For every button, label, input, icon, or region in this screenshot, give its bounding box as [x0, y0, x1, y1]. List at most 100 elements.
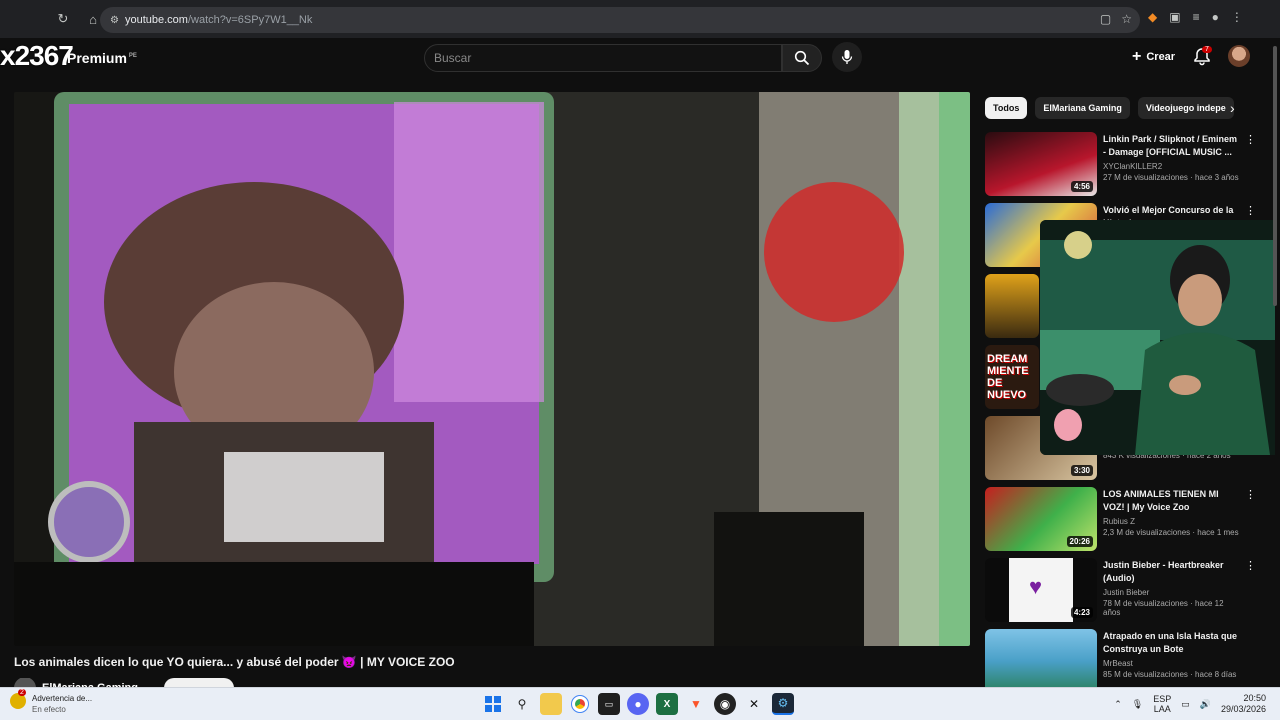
url-host: youtube.com	[124, 14, 188, 26]
brand-region: PE	[128, 53, 137, 60]
media-control-icon[interactable]: ≡	[1193, 10, 1200, 24]
tray-expand-icon[interactable]: ⌃	[1114, 699, 1122, 710]
tray-mic-icon[interactable]: 🎙	[1132, 699, 1143, 710]
video-meta: 78 M de visualizaciones · hace 12 años	[1103, 599, 1224, 617]
video-duration: 20:26	[1066, 536, 1093, 547]
user-avatar[interactable]	[1228, 45, 1250, 67]
video-thumbnail[interactable]: ♥ 4:23	[985, 558, 1097, 622]
microphone-icon	[841, 50, 853, 64]
voice-search-button[interactable]	[832, 42, 862, 72]
capcut-icon[interactable]: ✕	[743, 693, 765, 715]
video-title: Los animales dicen lo que YO quiera... y…	[14, 655, 455, 669]
network-icon[interactable]: ▭	[1181, 699, 1190, 710]
taskbar-apps: ⚲ ▭ ● X ▼ ◉ ✕ ⚙	[482, 693, 794, 715]
list-item[interactable]: 4:56 Linkin Park / Slipknot / Eminem - D…	[985, 131, 1265, 202]
video-thumbnail[interactable]: 20:26	[985, 487, 1097, 551]
thumbnail-caption: DREAM MIENTE DE NUEVO	[987, 353, 1029, 401]
reload-icon[interactable]: ↻	[52, 8, 74, 30]
more-options-icon[interactable]: ⋮	[1245, 488, 1256, 501]
extension-fox-icon[interactable]: ◆	[1148, 10, 1157, 24]
url-path: /watch?v=6SPy7W1__Nk	[187, 14, 313, 26]
channel-name[interactable]: XYClanKILLER2	[1103, 162, 1241, 171]
youtube-premium-logo[interactable]: Premium PE	[67, 50, 137, 66]
video-title[interactable]: Justin Bieber - Heartbreaker (Audio)	[1103, 559, 1241, 585]
create-button[interactable]: + Crear	[1124, 44, 1183, 70]
profile-icon[interactable]: ●	[1212, 10, 1219, 24]
language-indicator[interactable]: ESP LAA	[1153, 694, 1171, 714]
video-thumbnail[interactable]	[985, 274, 1039, 338]
url-text: youtube.com/watch?v=6SPy7W1__Nk	[125, 14, 312, 26]
obs-icon[interactable]: ◉	[714, 693, 736, 715]
plus-icon: +	[1132, 48, 1142, 65]
clock[interactable]: 20:50 29/03/2026	[1221, 693, 1266, 715]
chip-indie-game[interactable]: Videojuego indepe	[1137, 97, 1234, 119]
video-thumbnail[interactable]	[985, 629, 1097, 693]
chip-all[interactable]: Todos	[985, 97, 1028, 119]
system-tray: ⌃ 🎙 ESP LAA ▭ 🔊 20:50 29/03/2026	[1114, 693, 1266, 715]
language-code: ESP	[1153, 694, 1172, 704]
channel-name[interactable]: Rubius Z	[1103, 517, 1241, 526]
search-input[interactable]	[434, 51, 781, 65]
heart-icon: ♥	[1029, 574, 1043, 599]
browser-menu-icon[interactable]: ⋮	[1231, 10, 1243, 24]
list-item[interactable]: 20:26 LOS ANIMALES TIENEN MI VOZ! | My V…	[985, 486, 1265, 557]
cast-icon[interactable]: ▢	[1100, 12, 1111, 26]
bookmark-star-icon[interactable]: ☆	[1121, 12, 1132, 26]
video-meta: 85 M de visualizaciones · hace 8 días	[1103, 670, 1237, 679]
notification-badge: 2	[18, 689, 26, 696]
video-frame	[14, 92, 970, 646]
channel-name[interactable]: Justin Bieber	[1103, 588, 1241, 597]
browser-toolbar: ↻ ⌂ ⚙ youtube.com/watch?v=6SPy7W1__Nk ▢ …	[0, 0, 1280, 38]
file-explorer-icon[interactable]	[540, 693, 562, 715]
facecam-image	[1040, 220, 1275, 455]
more-options-icon[interactable]: ⋮	[1245, 133, 1256, 146]
warning-icon: 2	[10, 689, 26, 709]
channel-name[interactable]: MrBeast	[1103, 659, 1241, 668]
chevron-right-icon[interactable]: ›	[1230, 100, 1235, 116]
video-player[interactable]	[14, 92, 970, 646]
steam-icon[interactable]: ⚙	[772, 693, 794, 715]
volume-icon[interactable]: 🔊	[1200, 699, 1211, 710]
search-icon[interactable]: ⚲	[511, 693, 533, 715]
site-info-icon[interactable]: ⚙	[110, 15, 119, 26]
video-title[interactable]: Atrapado en una Isla Hasta que Construya…	[1103, 630, 1241, 656]
video-duration: 4:23	[1070, 607, 1093, 618]
create-label: Crear	[1146, 51, 1176, 63]
video-meta: 2,3 M de visualizaciones · hace 1 mes	[1103, 528, 1239, 537]
video-duration: 3:30	[1070, 465, 1093, 476]
list-item[interactable]: ♥ 4:23 Justin Bieber - Heartbreaker (Aud…	[985, 557, 1265, 628]
filter-chips: Todos ElMariana Gaming Videojuego indepe	[985, 97, 1234, 119]
notice-subtitle: En efecto	[32, 705, 66, 714]
clock-time: 20:50	[1243, 693, 1266, 703]
taskbar-notification[interactable]: 2 Advertencia de... En efecto	[10, 689, 93, 715]
extensions-puzzle-icon[interactable]: ▣	[1169, 10, 1180, 24]
search-button[interactable]	[782, 44, 822, 72]
stream-overlay-counter: x2367	[0, 40, 74, 71]
page-scrollbar[interactable]	[1272, 40, 1278, 684]
chrome-icon[interactable]	[569, 693, 591, 715]
more-options-icon[interactable]: ⋮	[1245, 559, 1256, 572]
youtube-header: x2367 PremiumPE + Crear 7	[0, 38, 1280, 88]
search-icon	[794, 50, 810, 66]
video-title[interactable]: LOS ANIMALES TIENEN MI VOZ! | My Voice Z…	[1103, 488, 1241, 514]
terminal-icon[interactable]: ▭	[598, 693, 620, 715]
discord-icon[interactable]: ●	[627, 693, 649, 715]
scrollbar-thumb[interactable]	[1273, 46, 1277, 306]
search-box	[424, 44, 782, 72]
clock-date: 29/03/2026	[1220, 704, 1266, 714]
video-thumbnail[interactable]: DREAM MIENTE DE NUEVO	[985, 345, 1039, 409]
brave-icon[interactable]: ▼	[685, 693, 707, 715]
video-title[interactable]: Linkin Park / Slipknot / Eminem - Damage…	[1103, 133, 1241, 159]
more-options-icon[interactable]: ⋮	[1245, 204, 1256, 217]
keyboard-layout: LAA	[1153, 704, 1171, 714]
video-duration: 4:56	[1070, 181, 1093, 192]
video-meta: 27 M de visualizaciones · hace 3 años	[1103, 173, 1239, 182]
video-thumbnail[interactable]: 4:56	[985, 132, 1097, 196]
excel-icon[interactable]: X	[656, 693, 678, 715]
address-bar[interactable]: ⚙ youtube.com/watch?v=6SPy7W1__Nk ▢ ☆	[100, 7, 1140, 33]
windows-start-icon[interactable]	[482, 693, 504, 715]
notice-title: Advertencia de...	[32, 694, 93, 703]
notification-count-badge: 7	[1202, 46, 1212, 53]
streamer-facecam-overlay	[1040, 220, 1275, 455]
chip-channel[interactable]: ElMariana Gaming	[1035, 97, 1130, 119]
